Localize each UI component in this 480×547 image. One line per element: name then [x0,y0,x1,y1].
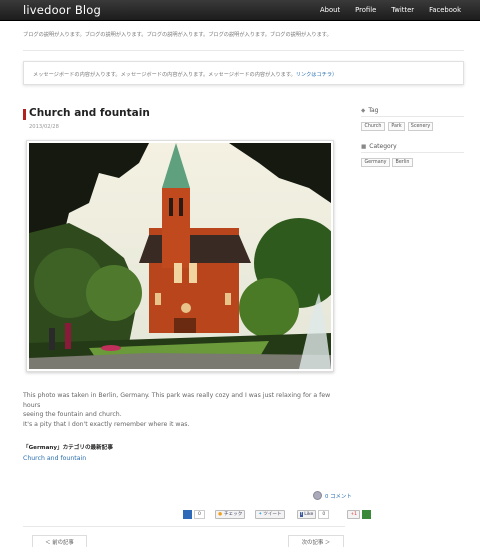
tweet-button[interactable]: ✦ ツイート [255,509,285,519]
divider [23,50,464,51]
post-body-line: seeing the fountain and church. [23,411,122,418]
share-bar: 0 ● チェック ✦ ツイート f Like 0 +1 [183,509,373,519]
blog-description: ブログの説明が入ります。ブログの説明が入ります。ブログの説明が入ります。ブログの… [23,32,332,38]
post-date: 2013/02/28 [29,124,59,130]
message-text: メッセージボードの内容が入ります。メッセージボードの内容が入ります。メッセージボ… [33,72,296,78]
next-post-button[interactable]: 次の記事 ＞ [288,535,344,547]
tweet-label: ツイート [263,512,282,517]
like-label: Like [304,511,314,517]
category-germany[interactable]: Germany [361,158,390,167]
category-heading-label: Category [369,143,397,150]
comment-count: 0 コメント [325,493,352,500]
top-nav: About Profile Twitter Facebook [320,6,461,14]
title-accent-bar [23,109,26,120]
message-suffix: ） [332,72,338,78]
category-heading: ■ Category [361,143,397,150]
hatena-count: 0 [194,509,205,519]
folder-icon: ■ [361,143,367,150]
prev-post-button[interactable]: ＜ 前の記事 [32,535,87,547]
nav-facebook[interactable]: Facebook [429,6,461,14]
tag-scenery[interactable]: Scenery [408,122,433,131]
check-icon: ● [217,511,222,517]
green-share-icon[interactable] [362,509,372,519]
related-link[interactable]: Church and fountain [23,455,86,462]
check-button[interactable]: ● チェック [214,509,246,519]
divider [23,526,345,527]
category-berlin[interactable]: Berlin [392,158,413,167]
post-body: This photo was taken in Berlin, Germany.… [23,391,343,429]
post-title[interactable]: Church and fountain [29,107,150,119]
tag-heading: ◆ Tag [361,107,378,114]
church-photo[interactable] [29,143,331,369]
divider [361,152,464,153]
related-heading: 「Germany」カテゴリの最新記事 [23,445,113,451]
check-label: チェック [223,512,243,517]
twitter-icon: ✦ [258,511,263,517]
post-body-line: It's a pity that I don't exactly remembe… [23,420,190,428]
gplus-label: +1 [350,511,358,517]
divider [361,116,464,117]
message-link[interactable]: リンクはコチラ [296,72,332,78]
like-count: 0 [318,509,330,519]
nav-twitter[interactable]: Twitter [391,6,414,14]
tag-heading-label: Tag [368,107,379,114]
site-logo[interactable]: livedoor Blog [23,3,101,17]
facebook-icon: f [299,511,304,517]
comment-icon [313,491,322,500]
tag-park[interactable]: Park [388,122,405,131]
gplus-button[interactable]: +1 [347,509,361,519]
tag-church[interactable]: Church [361,122,385,131]
nav-about[interactable]: About [320,6,340,14]
hatena-bookmark-icon[interactable] [183,509,192,519]
nav-profile[interactable]: Profile [355,6,376,14]
post-body-line: This photo was taken in Berlin, Germany.… [23,392,331,409]
tag-icon: ◆ [361,107,366,114]
comment-link[interactable]: 0 コメント [313,491,352,500]
post-photo-frame [26,140,334,372]
facebook-like-button[interactable]: f Like [296,509,317,519]
message-board: メッセージボードの内容が入ります。メッセージボードの内容が入ります。メッセージボ… [23,61,464,85]
site-header: livedoor Blog About Profile Twitter Face… [0,0,480,21]
